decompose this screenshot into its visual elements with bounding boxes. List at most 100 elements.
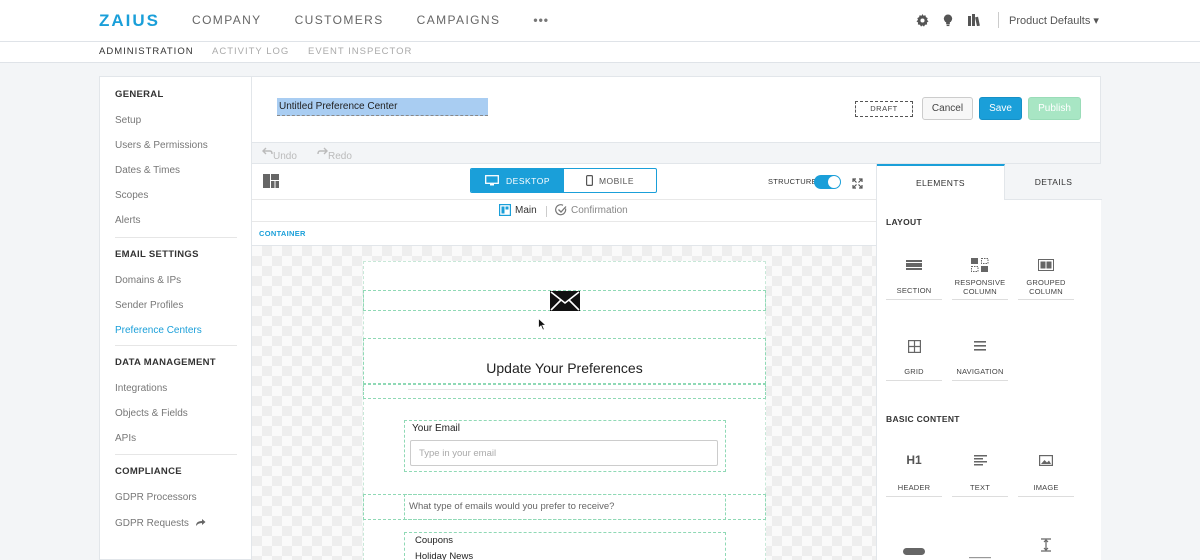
- structure-toggle[interactable]: [814, 175, 841, 189]
- grouped-column-element[interactable]: GROUPED COLUMN: [1018, 250, 1074, 300]
- header-label: HEADER: [897, 483, 931, 492]
- nav-more-icon[interactable]: •••: [533, 13, 549, 27]
- redo-label: Redo: [328, 151, 352, 162]
- header-tools: Product Defaults ▾: [914, 12, 1099, 28]
- mouse-cursor-icon: [538, 317, 548, 336]
- sidebar-heading-compliance: COMPLIANCE: [115, 466, 182, 477]
- navigation-icon: [952, 341, 1008, 351]
- button-element-icon[interactable]: [903, 543, 925, 560]
- sidebar-item-alerts[interactable]: Alerts: [115, 215, 141, 226]
- save-button[interactable]: Save: [979, 97, 1022, 120]
- section-element[interactable]: SECTION: [886, 250, 942, 300]
- sidebar-item-sender-profiles[interactable]: Sender Profiles: [115, 300, 183, 311]
- tab-confirmation-label: Confirmation: [571, 204, 628, 216]
- container-breadcrumb[interactable]: CONTAINER: [259, 229, 306, 238]
- divider-element-icon[interactable]: [969, 546, 991, 560]
- preference-center-title-input[interactable]: Untitled Preference Center: [277, 98, 488, 116]
- grid-element[interactable]: GRID: [886, 331, 942, 381]
- responsive-column-element[interactable]: RESPONSIVE COLUMN: [952, 250, 1008, 300]
- option-coupons[interactable]: Coupons: [415, 535, 453, 546]
- sidebar-item-gdpr-requests[interactable]: GDPR Requests: [115, 518, 206, 529]
- publish-button[interactable]: Publish: [1028, 97, 1081, 120]
- sidebar-item-dates-times[interactable]: Dates & Times: [115, 165, 180, 176]
- header-divider: [998, 12, 999, 28]
- elements-panel: ELEMENTS DETAILS LAYOUT SECTION RESPONSI…: [876, 164, 1102, 560]
- design-canvas[interactable]: Update Your Preferences Your Email Type …: [252, 246, 876, 560]
- nav-customers[interactable]: CUSTOMERS: [295, 13, 384, 27]
- sidebar-item-objects-fields[interactable]: Objects & Fields: [115, 408, 188, 419]
- breadcrumb: CONTAINER: [252, 222, 876, 246]
- section-label: SECTION: [896, 286, 932, 295]
- email-input[interactable]: Type in your email: [410, 440, 718, 466]
- library-icon[interactable]: [966, 12, 982, 28]
- layout-section-title: LAYOUT: [886, 217, 922, 227]
- undo-icon: [262, 147, 273, 155]
- grid-label: GRID: [904, 367, 924, 376]
- history-toolbar: Undo Redo: [252, 142, 1100, 164]
- sidebar-heading-general: GENERAL: [115, 89, 164, 100]
- header-element[interactable]: H1 HEADER: [886, 447, 942, 497]
- settings-sidebar: GENERAL Setup Users & Permissions Dates …: [99, 76, 251, 560]
- preference-center-editor: Untitled Preference Center DRAFT Cancel …: [251, 76, 1102, 560]
- text-label: TEXT: [970, 483, 990, 492]
- undo-button[interactable]: Undo: [262, 147, 297, 162]
- mobile-view-button[interactable]: MOBILE: [564, 169, 656, 192]
- mobile-label: MOBILE: [598, 175, 635, 186]
- sidebar-item-users-permissions[interactable]: Users & Permissions: [115, 140, 208, 151]
- tab-main-label: Main: [515, 204, 537, 216]
- text-element[interactable]: TEXT: [952, 447, 1008, 497]
- tab-details[interactable]: DETAILS: [1005, 164, 1102, 200]
- preferences-heading[interactable]: Update Your Preferences: [364, 360, 765, 376]
- desktop-label: DESKTOP: [506, 175, 550, 186]
- desktop-view-button[interactable]: DESKTOP: [471, 169, 564, 192]
- h1-icon: H1: [906, 453, 922, 467]
- sidebar-heading-email-settings: EMAIL SETTINGS: [115, 249, 199, 260]
- page-layout-icon: [499, 204, 511, 216]
- image-element[interactable]: IMAGE: [1018, 447, 1074, 497]
- tab-main-page[interactable]: Main: [499, 204, 537, 216]
- zaius-logo[interactable]: ZAIUS: [99, 11, 160, 31]
- grouped-column-label: GROUPED COLUMN: [1026, 278, 1066, 296]
- undo-label: Undo: [273, 151, 297, 162]
- subnav-activity-log[interactable]: ACTIVITY LOG: [212, 46, 289, 57]
- sidebar-heading-data-management: DATA MANAGEMENT: [115, 357, 216, 368]
- monitor-icon: [485, 175, 499, 186]
- tab-confirmation-page[interactable]: Confirmation: [555, 204, 628, 216]
- cancel-button[interactable]: Cancel: [922, 97, 973, 120]
- spacer-element-icon[interactable]: [1039, 538, 1053, 557]
- envelope-icon[interactable]: [550, 291, 580, 316]
- sidebar-item-integrations[interactable]: Integrations: [115, 383, 167, 394]
- grouped-column-icon: [1018, 259, 1074, 271]
- subnav-administration[interactable]: ADMINISTRATION: [99, 46, 194, 57]
- sidebar-item-preference-centers[interactable]: Preference Centers: [115, 325, 202, 336]
- redo-button[interactable]: Redo: [317, 147, 352, 162]
- nav-campaigns[interactable]: CAMPAIGNS: [417, 13, 501, 27]
- account-dropdown[interactable]: Product Defaults ▾: [1009, 14, 1099, 27]
- subnav-event-inspector[interactable]: EVENT INSPECTOR: [308, 46, 412, 57]
- tab-elements[interactable]: ELEMENTS: [877, 164, 1005, 200]
- sidebar-item-scopes[interactable]: Scopes: [115, 190, 148, 201]
- sidebar-divider: [115, 454, 237, 455]
- sidebar-item-setup[interactable]: Setup: [115, 115, 141, 126]
- navigation-label: NAVIGATION: [956, 367, 1004, 376]
- sidebar-item-domains-ips[interactable]: Domains & IPs: [115, 275, 181, 286]
- email-page-preview[interactable]: Update Your Preferences Your Email Type …: [363, 261, 766, 560]
- sidebar-item-apis[interactable]: APIs: [115, 433, 136, 444]
- sidebar-item-gdpr-processors[interactable]: GDPR Processors: [115, 492, 197, 503]
- canvas-toolbar: DESKTOP MOBILE STRUCTURE: [252, 164, 876, 199]
- text-align-icon: [952, 455, 1008, 466]
- responsive-column-icon: [952, 258, 1008, 272]
- layout-grid-icon[interactable]: [263, 174, 279, 193]
- sidebar-divider: [115, 237, 237, 238]
- panel-tabs: ELEMENTS DETAILS: [877, 164, 1102, 200]
- gear-icon[interactable]: [914, 12, 930, 28]
- top-header: ZAIUS COMPANY CUSTOMERS CAMPAIGNS ••• Pr…: [0, 0, 1200, 42]
- drop-zone[interactable]: [363, 384, 766, 399]
- option-holiday-news[interactable]: Holiday News: [415, 551, 473, 560]
- basic-content-section-title: BASIC CONTENT: [886, 414, 960, 424]
- nav-company[interactable]: COMPANY: [192, 13, 262, 27]
- fullscreen-icon[interactable]: [852, 176, 863, 194]
- divider-line: [408, 389, 720, 390]
- navigation-element[interactable]: NAVIGATION: [952, 331, 1008, 381]
- lightbulb-icon[interactable]: [940, 12, 956, 28]
